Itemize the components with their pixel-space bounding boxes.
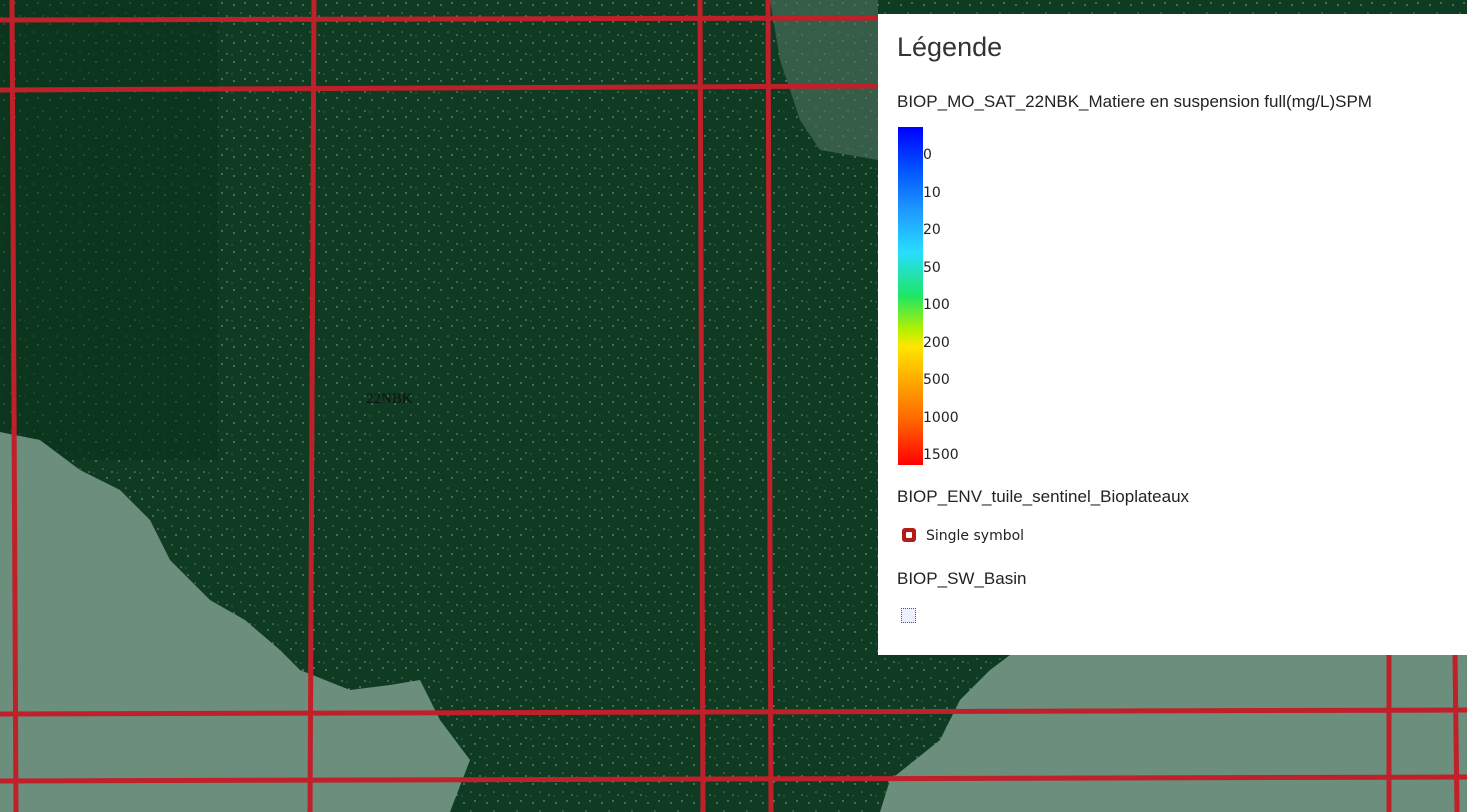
legend-layer-basin-name: BIOP_SW_Basin xyxy=(897,569,1027,588)
ramp-label: 1000 xyxy=(923,410,959,426)
legend-layer-tiles-name: BIOP_ENV_tuile_sentinel_Bioplateaux xyxy=(897,487,1190,506)
single-symbol-label: Single symbol xyxy=(926,528,1025,544)
ramp-label: 50 xyxy=(923,260,941,276)
ramp-label: 0 xyxy=(923,147,932,163)
grid-line xyxy=(1452,654,1460,812)
legend-title: Légende xyxy=(897,32,1003,62)
spm-color-ramp xyxy=(898,127,923,465)
red-square-outline-icon xyxy=(902,528,916,542)
ramp-label: 20 xyxy=(923,222,941,238)
tile-label: 22NBK xyxy=(366,391,413,407)
legend-layer-spm-name: BIOP_MO_SAT_22NBK_Matiere en suspension … xyxy=(897,92,1372,111)
ramp-label: 500 xyxy=(923,372,950,388)
ramp-label: 200 xyxy=(923,335,950,351)
dotted-polygon-icon xyxy=(901,608,916,623)
dark-tile-area xyxy=(0,0,218,460)
ramp-label: 100 xyxy=(923,297,950,313)
grid-line xyxy=(765,0,774,812)
grid-line xyxy=(697,0,706,812)
ramp-label: 10 xyxy=(923,185,941,201)
legend-panel: Légende BIOP_MO_SAT_22NBK_Matiere en sus… xyxy=(878,14,1467,655)
ramp-label: 1500 xyxy=(923,447,959,463)
grid-line xyxy=(0,15,879,23)
